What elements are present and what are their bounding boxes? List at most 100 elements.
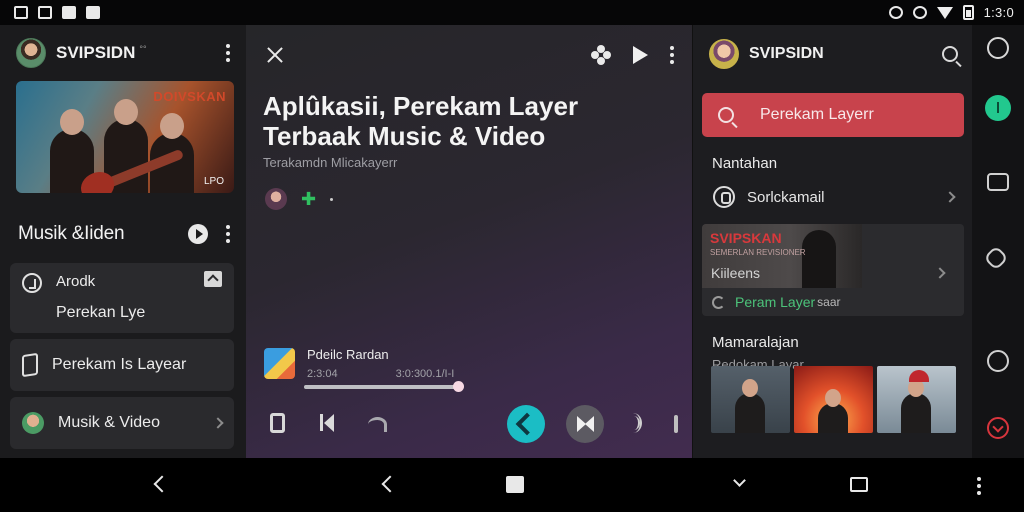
channel-avatar[interactable] xyxy=(16,38,46,68)
more-options-icon[interactable] xyxy=(226,44,230,62)
library-card-arodk[interactable]: Arodk Perekan Lye xyxy=(10,263,234,333)
now-playing-times: 2:3:04 3:0:300.1/I-I xyxy=(307,368,454,380)
elapsed-time: 2:3:04 xyxy=(307,368,338,380)
play-icon[interactable] xyxy=(633,46,648,64)
featured-link-label: Peram Layer xyxy=(735,294,816,310)
library-section-header: Musik &Iiden xyxy=(0,219,246,249)
progress-bar[interactable] xyxy=(304,381,464,392)
playback-controls xyxy=(266,405,686,445)
chevron-right-icon xyxy=(212,417,224,429)
info-icon[interactable] xyxy=(985,95,1011,121)
now-playing-thumbnail xyxy=(264,348,295,379)
card-label: Musik & Video xyxy=(58,414,160,431)
total-time: 3:0:300.1/I-I xyxy=(395,368,455,380)
library-panel: SVIPSIDN °° DOIVSKAN LPO Musik &Iiden Ar… xyxy=(0,25,246,458)
add-icon[interactable]: ✚ xyxy=(301,189,316,210)
connect-icon[interactable] xyxy=(983,245,1009,271)
wifi-icon xyxy=(936,6,953,19)
chevron-right-icon xyxy=(944,191,956,203)
progress-handle[interactable] xyxy=(452,381,464,392)
side-rail xyxy=(972,25,1024,458)
progress-fill xyxy=(304,385,458,389)
chevron-right-icon xyxy=(934,267,946,279)
featured-link[interactable]: Peram Layer saar xyxy=(712,294,841,310)
bluetooth-icon xyxy=(912,6,927,19)
channel-avatar[interactable] xyxy=(709,39,739,69)
section-title: Musik &Iiden xyxy=(18,223,125,244)
featured-card[interactable]: SVIPSKAN SEMERLAN REVISIONER Kiileens Pe… xyxy=(702,224,964,316)
player-more-icon[interactable] xyxy=(670,46,674,64)
video-subtitle: Terakamdn Mlicakayerr xyxy=(263,155,398,170)
thumbnail-row xyxy=(711,366,956,433)
status-left-icons xyxy=(14,6,100,19)
uploader-avatar[interactable] xyxy=(265,188,287,210)
card-line1: Arodk xyxy=(56,273,96,290)
album-tag: LPO xyxy=(203,176,224,187)
section-more-icon[interactable] xyxy=(226,225,230,243)
menu-icon[interactable] xyxy=(977,477,981,495)
search-query: Perekam Layerr xyxy=(760,106,874,123)
battery-icon xyxy=(962,5,974,20)
section-label: Nantahan xyxy=(712,155,778,172)
channel-name-suffix: °° xyxy=(139,44,147,54)
collapse-chevron-icon[interactable] xyxy=(204,271,222,287)
navigation-bar xyxy=(0,458,1024,512)
alarm-icon xyxy=(888,6,903,19)
player-toolbar xyxy=(246,25,692,85)
check-circle-icon xyxy=(22,273,42,293)
refresh-icon xyxy=(712,295,725,309)
back-icon[interactable] xyxy=(153,475,171,493)
video-thumbnail[interactable] xyxy=(877,366,956,433)
edge-handle[interactable] xyxy=(674,415,678,433)
previous-icon[interactable] xyxy=(318,413,336,433)
separator-dot xyxy=(330,197,334,201)
app-icon xyxy=(86,6,100,19)
app-icon xyxy=(62,6,76,19)
library-icon[interactable] xyxy=(987,173,1009,191)
tablet-screen: 1:3:0 SVIPSIDN °° DOIVSKAN LPO Musik &Ii… xyxy=(0,0,1024,512)
close-icon[interactable] xyxy=(266,46,284,64)
video-thumbnail[interactable] xyxy=(794,366,873,433)
play-all-button[interactable] xyxy=(188,224,208,244)
library-card-perekam[interactable]: Perekam Is Layear xyxy=(10,339,234,391)
player-panel: Aplûkasii, Perekam Layer Terbaak Music &… xyxy=(246,25,692,458)
image-icon xyxy=(38,6,52,19)
now-playing-title: Pdeilc Rardan xyxy=(307,347,389,362)
search-icon[interactable] xyxy=(942,46,958,62)
album-artwork[interactable]: DOIVSKAN LPO xyxy=(16,81,234,193)
library-header: SVIPSIDN °° xyxy=(0,25,246,81)
album-title: DOIVSKAN xyxy=(153,89,226,104)
video-meta: ✚ xyxy=(246,170,692,210)
swap-button[interactable] xyxy=(566,405,604,443)
chevron-down-icon[interactable] xyxy=(733,474,746,487)
bracket-icon[interactable] xyxy=(270,413,285,433)
now-playing[interactable]: Pdeilc Rardan 2:3:04 3:0:300.1/I-I xyxy=(264,347,454,380)
recents-icon[interactable] xyxy=(850,477,868,492)
card-label: Perekam Is Layear xyxy=(52,356,187,373)
library-card-musik-video[interactable]: Musik & Video xyxy=(10,397,234,449)
card-line2: Perekan Lye xyxy=(56,304,146,321)
chat-icon[interactable] xyxy=(987,350,1009,372)
channel-name: SVIPSIDN xyxy=(56,43,136,62)
download-icon[interactable] xyxy=(987,417,1009,439)
search-rail-icon[interactable] xyxy=(987,37,1009,59)
list-item[interactable]: Sorlckamail xyxy=(693,172,972,208)
browse-header: SVIPSIDN xyxy=(693,25,972,83)
status-right-icons: 1:3:0 xyxy=(888,5,1014,20)
search-bar[interactable]: Perekam Layerr xyxy=(702,93,964,137)
share-icon[interactable] xyxy=(366,413,387,433)
phone-icon xyxy=(22,352,38,378)
list-item-label: Sorlckamail xyxy=(747,188,825,206)
record-icon xyxy=(713,186,735,208)
video-title: Aplûkasii, Perekam Layer Terbaak Music &… xyxy=(263,91,579,151)
accept-button[interactable] xyxy=(507,405,545,443)
notification-icon xyxy=(14,6,28,19)
featured-link-tail: saar xyxy=(817,295,841,309)
connect-icon[interactable] xyxy=(591,45,611,65)
status-bar: 1:3:0 xyxy=(0,0,1024,25)
avatar-icon xyxy=(22,412,44,434)
video-thumbnail[interactable] xyxy=(711,366,790,433)
back-triangle-icon[interactable] xyxy=(381,475,399,493)
audio-wave-icon[interactable] xyxy=(624,413,646,433)
home-icon[interactable] xyxy=(506,476,524,493)
